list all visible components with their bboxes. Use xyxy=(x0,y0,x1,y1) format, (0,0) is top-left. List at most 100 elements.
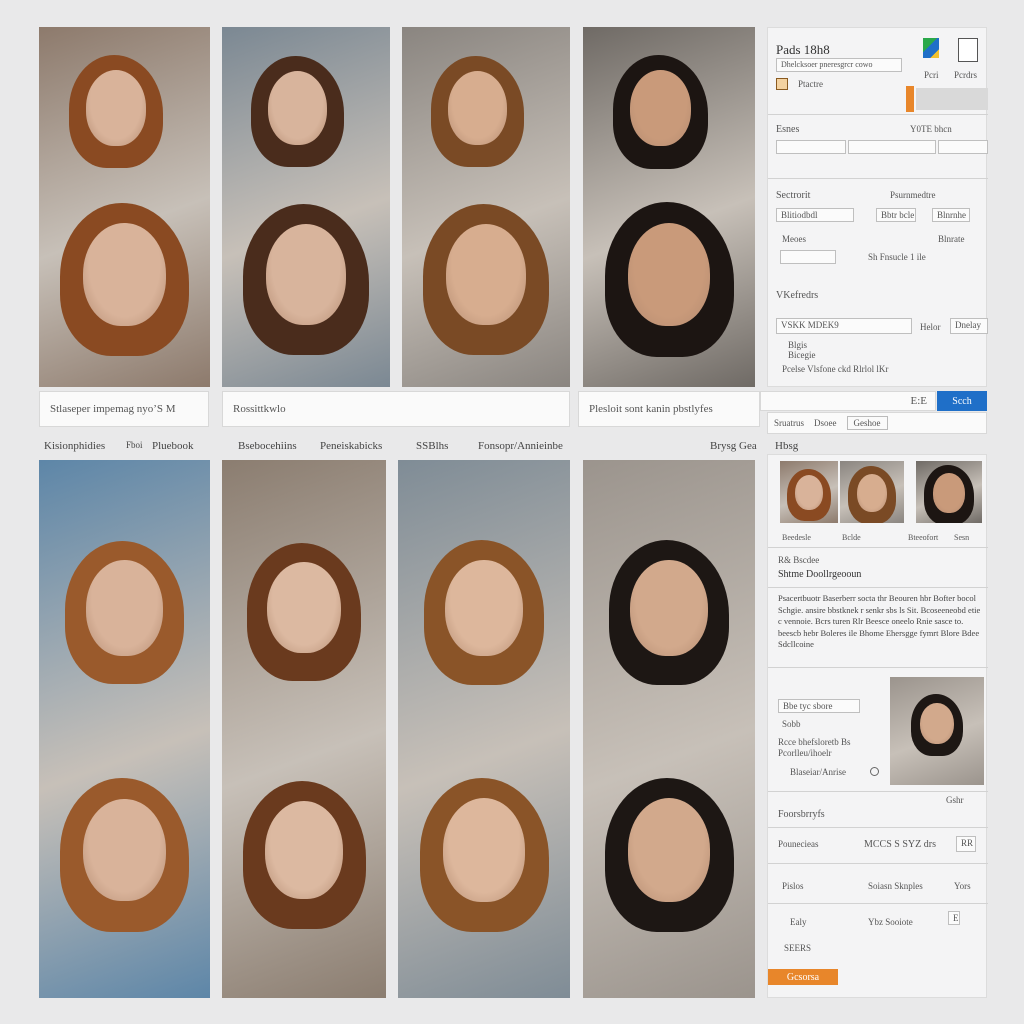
gallery-image-5[interactable] xyxy=(39,460,210,998)
face-shape xyxy=(630,70,691,146)
portrait-image[interactable] xyxy=(890,677,984,785)
divider xyxy=(768,903,988,904)
label-5[interactable]: Peneiskabicks xyxy=(320,440,382,452)
face-shape xyxy=(264,800,344,899)
face-shape xyxy=(268,71,328,145)
section-2-label: Sectrorit xyxy=(776,190,811,201)
label-2[interactable]: Fboi xyxy=(126,440,143,450)
field-a[interactable]: Blitiodbdl xyxy=(776,208,854,222)
field-f-label: Blnrate xyxy=(938,234,965,244)
gallery-image-2[interactable] xyxy=(222,27,390,387)
divider xyxy=(768,178,988,179)
field-b[interactable]: Bbtr bcle xyxy=(876,208,916,222)
apply-button[interactable]: Gcsorsa xyxy=(768,969,838,985)
field-d-label: Meoes xyxy=(782,234,806,244)
chip-bar: Sruatrus Dsoee Geshoe xyxy=(767,412,987,434)
label-4[interactable]: Bsebocehiins xyxy=(238,440,297,452)
thumbnail-1[interactable] xyxy=(780,461,838,523)
face-shape xyxy=(267,561,341,654)
caption-text: Rossittkwlo xyxy=(233,403,286,415)
details-panel-top: Pads 18h8 Dhelcksoer pneresgrcr cowo Pcr… xyxy=(767,27,988,387)
tab-2[interactable]: Pcrdrs xyxy=(954,70,977,80)
chip-2[interactable]: Dsoee xyxy=(814,418,837,428)
divider xyxy=(768,587,988,588)
portrait-label: Gshr xyxy=(946,795,964,805)
face-shape xyxy=(86,559,163,656)
note-2: Bicegie xyxy=(788,350,816,360)
gallery-image-4[interactable] xyxy=(583,27,755,387)
search-bar[interactable]: E:E xyxy=(760,391,936,411)
chip-1[interactable]: Sruatrus xyxy=(774,418,804,428)
chip-3[interactable]: Geshoe xyxy=(846,416,888,430)
input-a[interactable] xyxy=(776,140,846,154)
section-1-label: Esnes xyxy=(776,124,800,135)
option-box-4: Pcorlleu/ihoelr xyxy=(778,748,832,758)
subtitle-field[interactable]: Dhelcksoer pneresgrcr cowo xyxy=(776,58,902,72)
row2-right[interactable]: Yors xyxy=(954,881,971,891)
face-shape xyxy=(627,222,711,326)
row1-toggle[interactable]: RR xyxy=(956,836,976,852)
thumbnail-3[interactable] xyxy=(916,461,982,523)
note-3: Pcelse Vlsfone ckd Rlrlol lKr xyxy=(782,364,889,374)
option-box-1[interactable]: Bbe tyc sbore xyxy=(778,699,860,713)
row-label: Ptactre xyxy=(798,79,823,89)
label-8[interactable]: Brysg Gea xyxy=(710,440,757,452)
thumbnail-2[interactable] xyxy=(840,461,904,523)
thumb-label-1[interactable]: Beedesle xyxy=(782,533,811,542)
details-panel-bottom: Beedesle Bclde Bteeofort Sesn R& Bscdee … xyxy=(767,454,988,998)
label-9[interactable]: Hbsg xyxy=(775,440,798,452)
option-2[interactable]: Dnelay xyxy=(950,318,988,334)
face-shape xyxy=(83,798,166,902)
search-value: E:E xyxy=(910,395,928,407)
gallery-image-7[interactable] xyxy=(398,460,570,998)
option-1[interactable]: Helor xyxy=(920,322,941,332)
thumb-label-2[interactable]: Bclde xyxy=(842,533,861,542)
document-icon[interactable] xyxy=(958,38,978,62)
tab-1[interactable]: Pcri xyxy=(924,70,939,80)
orange-tab[interactable] xyxy=(906,86,914,112)
divider xyxy=(768,547,988,548)
field-d[interactable] xyxy=(780,250,836,264)
gallery-image-6[interactable] xyxy=(222,460,386,998)
divider xyxy=(768,667,988,668)
thumb-label-4[interactable]: Sesn xyxy=(954,533,969,542)
grey-tab-strip[interactable] xyxy=(916,88,988,110)
label-6[interactable]: SSBlhs xyxy=(416,440,448,452)
input-c[interactable] xyxy=(938,140,988,154)
caption-bar-1: Stlaseper impemag nyo’S M xyxy=(39,391,209,427)
option-box-5[interactable]: Blaseiar/Anrise xyxy=(790,767,846,777)
label-3[interactable]: Pluebook xyxy=(152,440,194,452)
caption-text: Stlaseper impemag nyo’S M xyxy=(50,403,176,415)
section-2-right: Psurnmedtre xyxy=(890,190,936,200)
search-field[interactable]: VSKK MDEK9 xyxy=(776,318,912,334)
app-icon xyxy=(923,38,939,58)
caption-text: Plesloit sont kanin pbstlyfes xyxy=(589,403,713,415)
radio-icon[interactable] xyxy=(870,767,879,776)
gallery-image-3[interactable] xyxy=(402,27,570,387)
label-7[interactable]: Fonsopr/Annieinbe xyxy=(478,440,563,452)
field-c[interactable]: Blnrnhe xyxy=(932,208,970,222)
face-shape xyxy=(445,223,527,325)
gallery-image-8[interactable] xyxy=(583,460,755,998)
face-shape xyxy=(856,473,888,513)
input-b[interactable] xyxy=(848,140,936,154)
divider xyxy=(768,114,988,115)
face-shape xyxy=(627,798,711,902)
label-1[interactable]: Kisionphidies xyxy=(44,440,105,452)
row1-label: Pounecieas xyxy=(778,839,819,849)
note-1: Blgis xyxy=(788,340,808,350)
section-heading: Foorsbrryfs xyxy=(778,809,825,820)
face-shape xyxy=(442,798,526,902)
row3-toggle[interactable]: E xyxy=(948,911,960,925)
face-shape xyxy=(933,473,965,513)
option-box-2[interactable]: Sobb xyxy=(782,719,801,729)
face-shape xyxy=(445,559,523,656)
divider xyxy=(768,791,988,792)
small-square-icon xyxy=(776,78,788,90)
gallery-image-1[interactable] xyxy=(39,27,210,387)
divider xyxy=(768,827,988,828)
search-button[interactable]: Scch xyxy=(937,391,987,411)
thumb-label-3[interactable]: Bteeofort xyxy=(908,533,938,542)
row4-label: SEERS xyxy=(784,943,812,953)
panel-title: Pads 18h8 xyxy=(776,42,830,57)
